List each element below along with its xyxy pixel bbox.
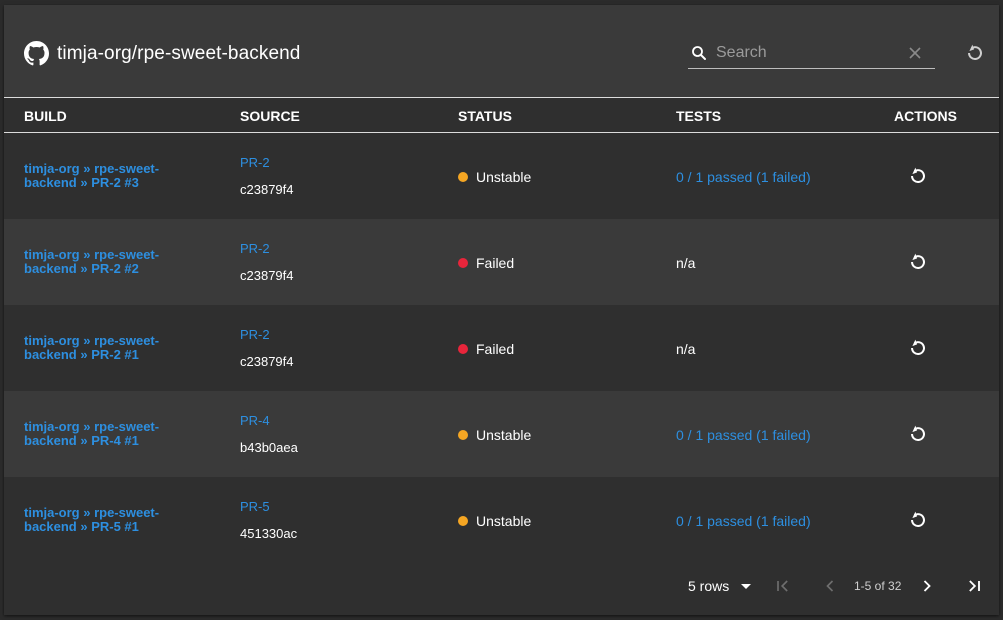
last-page-icon[interactable] — [964, 576, 984, 596]
status-badge: Failed — [458, 341, 514, 357]
search-input[interactable] — [716, 44, 907, 62]
rerun-icon[interactable] — [907, 509, 929, 531]
builds-panel: timja-org/rpe-sweet-backend BUILD SOURCE… — [4, 5, 999, 615]
github-icon — [24, 41, 49, 66]
table-row: timja-org » rpe-sweet-backend » PR-2 #1 P… — [4, 305, 999, 391]
col-header-tests[interactable]: TESTS — [676, 108, 721, 124]
col-header-status[interactable]: STATUS — [458, 108, 512, 124]
status-badge: Unstable — [458, 427, 531, 443]
refresh-icon[interactable] — [964, 42, 986, 64]
build-link[interactable]: timja-org » rpe-sweet-backend » PR-4 #1 — [24, 420, 194, 448]
status-dot-icon — [458, 430, 468, 440]
tests-result: n/a — [676, 255, 696, 271]
table-row: timja-org » rpe-sweet-backend » PR-2 #3 P… — [4, 133, 999, 219]
status-label: Failed — [476, 255, 515, 271]
status-label: Unstable — [476, 427, 532, 443]
status-dot-icon — [458, 172, 468, 182]
rerun-icon[interactable] — [907, 337, 929, 359]
rows-per-page-select[interactable]: 5 rows — [688, 578, 752, 594]
status-badge: Unstable — [458, 169, 531, 185]
clear-icon[interactable] — [907, 45, 923, 61]
source-link[interactable]: PR-2 — [240, 327, 270, 342]
source-link[interactable]: PR-5 — [240, 499, 270, 514]
tests-result: n/a — [676, 341, 696, 357]
status-dot-icon — [458, 516, 468, 526]
search-box — [688, 38, 935, 69]
status-badge: Unstable — [458, 513, 531, 529]
source-link[interactable]: PR-2 — [240, 241, 270, 256]
next-page-icon[interactable] — [917, 576, 937, 596]
commit-hash: 451330ac — [240, 526, 298, 541]
status-dot-icon — [458, 344, 468, 354]
page-title: timja-org/rpe-sweet-backend — [57, 42, 301, 64]
commit-hash: c23879f4 — [240, 354, 294, 369]
tests-result[interactable]: 0 / 1 passed (1 failed) — [676, 169, 811, 185]
first-page-icon[interactable] — [773, 576, 793, 596]
panel-header: timja-org/rpe-sweet-backend — [4, 5, 999, 97]
rerun-icon[interactable] — [907, 251, 929, 273]
rerun-icon[interactable] — [907, 165, 929, 187]
rows-per-page-value: 5 rows — [688, 578, 730, 594]
caret-down-icon — [741, 583, 752, 589]
title-wrap: timja-org/rpe-sweet-backend — [24, 41, 300, 66]
table-row: timja-org » rpe-sweet-backend » PR-5 #1 P… — [4, 477, 999, 563]
status-label: Unstable — [476, 513, 532, 529]
table-header: BUILD SOURCE STATUS TESTS ACTIONS — [4, 97, 999, 133]
build-link[interactable]: timja-org » rpe-sweet-backend » PR-5 #1 — [24, 506, 194, 534]
tests-result[interactable]: 0 / 1 passed (1 failed) — [676, 513, 811, 529]
table-row: timja-org » rpe-sweet-backend » PR-2 #2 P… — [4, 219, 999, 305]
build-link[interactable]: timja-org » rpe-sweet-backend » PR-2 #2 — [24, 248, 194, 276]
page-range: 1-5 of 32 — [854, 579, 902, 593]
pagination: 5 rows 1-5 of 32 — [4, 563, 999, 609]
col-header-build[interactable]: BUILD — [24, 108, 67, 124]
table-body: timja-org » rpe-sweet-backend » PR-2 #3 P… — [4, 133, 999, 563]
status-dot-icon — [458, 258, 468, 268]
rerun-icon[interactable] — [907, 423, 929, 445]
source-link[interactable]: PR-2 — [240, 155, 270, 170]
build-link[interactable]: timja-org » rpe-sweet-backend » PR-2 #1 — [24, 334, 194, 362]
tests-result[interactable]: 0 / 1 passed (1 failed) — [676, 427, 811, 443]
status-badge: Failed — [458, 255, 514, 271]
commit-hash: b43b0aea — [240, 440, 298, 455]
prev-page-icon[interactable] — [820, 576, 840, 596]
search-icon — [692, 46, 706, 60]
status-label: Unstable — [476, 169, 532, 185]
build-link[interactable]: timja-org » rpe-sweet-backend » PR-2 #3 — [24, 162, 194, 190]
table-row: timja-org » rpe-sweet-backend » PR-4 #1 P… — [4, 391, 999, 477]
status-label: Failed — [476, 341, 515, 357]
source-link[interactable]: PR-4 — [240, 413, 270, 428]
commit-hash: c23879f4 — [240, 182, 294, 197]
col-header-source[interactable]: SOURCE — [240, 108, 300, 124]
col-header-actions: ACTIONS — [894, 108, 957, 124]
commit-hash: c23879f4 — [240, 268, 294, 283]
